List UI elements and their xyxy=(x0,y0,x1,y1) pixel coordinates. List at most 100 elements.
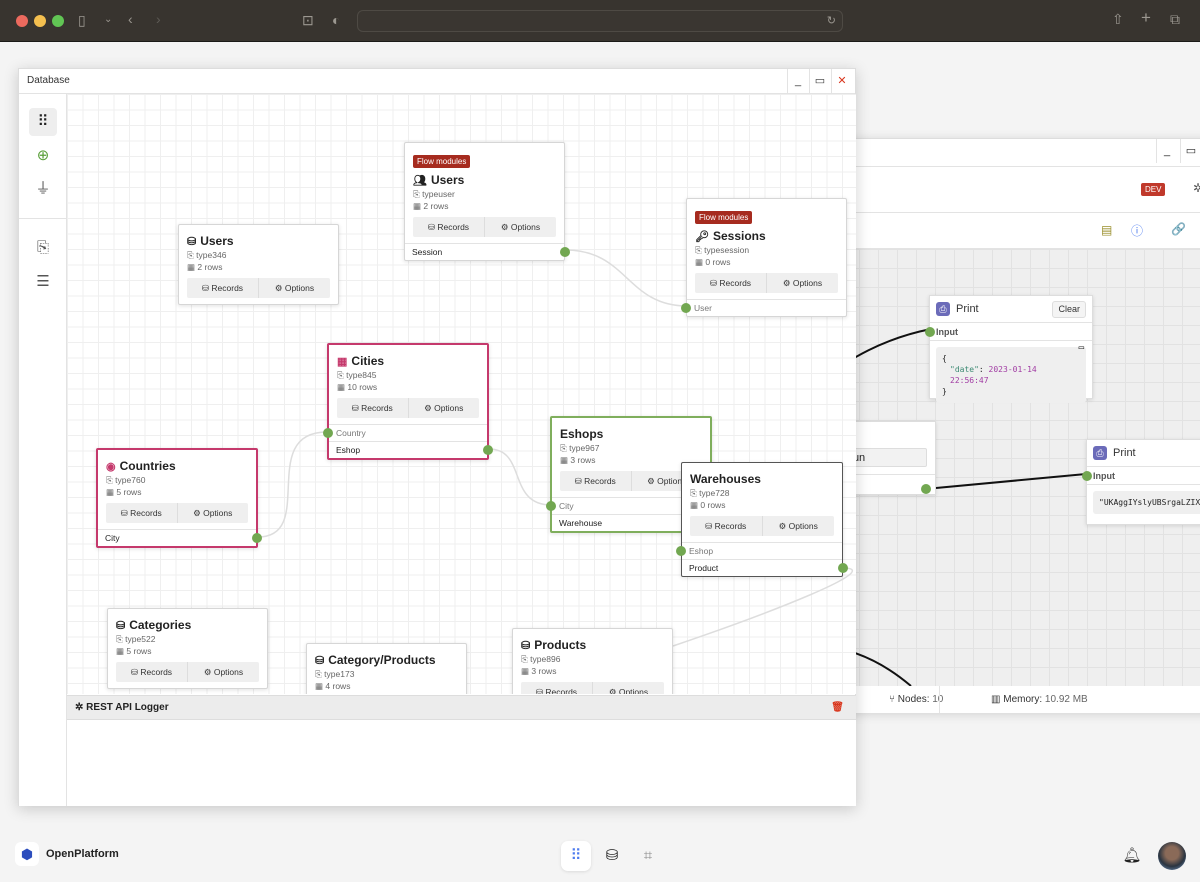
sidebar-toggle-icon[interactable]: ▯ xyxy=(78,13,86,27)
records-button[interactable]: ⛁ Records xyxy=(413,217,484,237)
table-node-products[interactable]: ⛁ Products ⎘ type896 ▦ 3 rows ⛁ Records ⚙ Opt… xyxy=(512,628,673,694)
table-icon: ▦ xyxy=(337,355,348,368)
output-port[interactable] xyxy=(921,484,931,494)
forward-icon[interactable]: › xyxy=(156,12,161,26)
relation-field[interactable]: Eshop xyxy=(676,542,842,559)
maximize-button[interactable]: ▭ xyxy=(809,69,830,93)
list-icon[interactable]: ☰ xyxy=(29,268,57,296)
options-button[interactable]: ⚙ Options xyxy=(176,503,249,523)
options-label: Options xyxy=(284,283,315,293)
link-icon[interactable]: 🔗 xyxy=(1171,222,1186,236)
minimize-button[interactable]: _ xyxy=(1156,139,1177,163)
reload-icon[interactable]: ↻ xyxy=(827,14,836,28)
connection-port[interactable] xyxy=(681,303,691,313)
records-button[interactable]: ⛁ Records xyxy=(187,278,258,298)
records-button[interactable]: ⛁ Records xyxy=(690,516,762,536)
chevron-down-icon[interactable]: ⌄ xyxy=(104,13,112,27)
options-button[interactable]: ⚙ Options xyxy=(592,682,664,694)
relation-field[interactable]: Eshop xyxy=(329,441,493,458)
minimize-window-dot[interactable] xyxy=(34,15,46,27)
table-node-cities[interactable]: ▦ Cities ⎘ type845 ▦ 10 rows ⛁ Records ⚙ Opti… xyxy=(323,343,493,460)
reader-icon[interactable]: ⊡ xyxy=(302,13,314,27)
database-window: Database _ ▭ ✕ ⠿ ⊕ ⏚ ⎘ ☰ ⛁ Users ⎘ type346… xyxy=(18,68,856,806)
options-button[interactable]: ⚙ Options xyxy=(258,278,330,298)
records-button[interactable]: ⛁ Records xyxy=(695,273,766,293)
options-button[interactable]: ⚙ Options xyxy=(761,516,835,536)
row-count: ▦ 0 rows xyxy=(690,500,726,510)
records-button[interactable]: ⛁ Records xyxy=(521,682,592,694)
relation-field[interactable]: User xyxy=(681,299,846,316)
row-count: ▦ 5 rows xyxy=(116,646,152,656)
records-button[interactable]: ⛁ Records xyxy=(116,662,187,682)
minimize-button[interactable]: _ xyxy=(787,69,808,93)
documentation-icon[interactable]: ▤ xyxy=(1101,223,1112,237)
avatar[interactable] xyxy=(1158,842,1186,870)
print-node-1[interactable]: ⎙ Print Clear Input ▭ { "date": 2023-01-1… xyxy=(925,295,1093,403)
new-tab-icon[interactable]: + xyxy=(1141,9,1151,26)
connection-port[interactable] xyxy=(546,501,556,511)
table-node-catprod[interactable]: ⛁Category/Products⎘ type173▦ 4 rows⛁ Rec… xyxy=(306,643,467,694)
privacy-shield-icon[interactable]: ◐ xyxy=(332,13,340,27)
close-button[interactable]: ✕ xyxy=(831,69,852,93)
table-node-categories[interactable]: ⛁ Categories ⎘ type522 ▦ 5 rows ⛁ Records ⚙ O… xyxy=(107,608,268,689)
table-node-countries[interactable]: ◉ Countries ⎘ type760 ▦ 5 rows ⛁ Records ⚙ Op… xyxy=(96,448,262,548)
flow-canvas[interactable]: ⎙ Print Clear Input ▭ { "date": 2023-01-1… xyxy=(821,249,1200,686)
relation-field[interactable]: Country xyxy=(323,424,487,441)
options-button[interactable]: ⚙ Options xyxy=(187,662,259,682)
database-icon[interactable]: ⛁ xyxy=(597,841,627,871)
add-circle-icon[interactable]: ⊕ xyxy=(29,142,57,170)
print-icon: ⎙ xyxy=(1093,446,1107,460)
app-name: OpenPlatform xyxy=(46,848,119,860)
connection-port[interactable] xyxy=(676,546,686,556)
input-port[interactable] xyxy=(925,327,935,337)
connection-port[interactable] xyxy=(838,563,848,573)
back-icon[interactable]: ‹ xyxy=(128,12,133,26)
debug-icon[interactable]: ✲ xyxy=(1193,181,1200,195)
options-button[interactable]: ⚙ Options xyxy=(766,273,838,293)
relation-field[interactable]: City xyxy=(98,529,262,546)
input-port[interactable] xyxy=(1082,471,1092,481)
table-node-sessions[interactable]: Flow modules 🔑︎ Sessions ⎘ typesession ▦ 0 r… xyxy=(681,198,847,317)
connection-port[interactable] xyxy=(252,533,262,543)
file-search-icon[interactable]: ⎘ xyxy=(29,234,57,262)
records-button[interactable]: ⛁ Records xyxy=(337,398,408,418)
plug-icon[interactable]: ⏚ xyxy=(29,175,57,203)
print-node-2[interactable]: ⎙Print Clea Input "UKAggIYslyUBSrgaLZIX" xyxy=(1082,439,1200,525)
relation-field[interactable]: Session xyxy=(405,243,570,260)
records-button[interactable]: ⛁ Records xyxy=(560,471,631,491)
expand-icon[interactable]: ▭ xyxy=(1079,343,1084,354)
options-button[interactable]: ⚙ Options xyxy=(407,398,480,418)
close-window-dot[interactable] xyxy=(16,15,28,27)
maximize-button[interactable]: ▭ xyxy=(1180,139,1200,163)
connection-port[interactable] xyxy=(323,428,333,438)
connection-port[interactable] xyxy=(560,247,570,257)
options-button[interactable]: ⚙ Options xyxy=(484,217,556,237)
table-node-users346[interactable]: ⛁ Users ⎘ type346 ▦ 2 rows ⛁ Records ⚙ Option… xyxy=(178,224,339,305)
info-icon[interactable]: ⓘ xyxy=(1131,222,1143,239)
bell-icon[interactable]: 🔔︎ xyxy=(1117,841,1147,871)
table-name: Eshops xyxy=(560,427,604,441)
clear-button[interactable]: Clear xyxy=(1052,301,1086,318)
flow-diagram-icon[interactable]: ⌗ xyxy=(633,841,663,871)
table-type: ⎘ typeuser xyxy=(413,189,455,199)
table-node-users[interactable]: Flow modules 👥︎ Users ⎘ typeuser ▦ 2 rows ⛁ R… xyxy=(404,142,570,261)
connection-port[interactable] xyxy=(483,445,493,455)
apps-grid-icon[interactable]: ⠿ xyxy=(561,841,591,871)
relation-field[interactable]: Product xyxy=(682,559,848,576)
app-logo[interactable]: ⬢ xyxy=(15,842,39,866)
records-button[interactable]: ⛁ Records xyxy=(106,503,177,523)
window-titlebar[interactable]: Database _ ▭ ✕ xyxy=(19,69,855,94)
rows-value: 3 rows xyxy=(570,455,596,465)
schema-canvas[interactable]: ⛁ Users ⎘ type346 ▦ 2 rows ⛁ Records ⚙ Option… xyxy=(67,94,856,694)
zoom-window-dot[interactable] xyxy=(52,15,64,27)
table-node-warehouses[interactable]: Warehouses ⎘ type728 ▦ 0 rows ⛁ Records ⚙ Op… xyxy=(676,462,848,577)
trash-icon[interactable]: 🗑 xyxy=(831,696,844,720)
share-icon[interactable]: ⇧ xyxy=(1112,12,1124,26)
grid-view-icon[interactable]: ⠿ xyxy=(29,108,57,136)
tabs-overview-icon[interactable]: ⧉ xyxy=(1170,12,1180,26)
table-icon: ⛁ xyxy=(116,619,126,632)
options-label: Options xyxy=(203,508,233,518)
desktop: _ ▭ DEV ✲ ▤ ⓘ 🔗 ⎙ Print Clear Input ▭ {… xyxy=(0,42,1200,882)
table-type: ⎘ type896 xyxy=(521,654,561,664)
address-bar[interactable]: ↻ xyxy=(357,10,843,32)
